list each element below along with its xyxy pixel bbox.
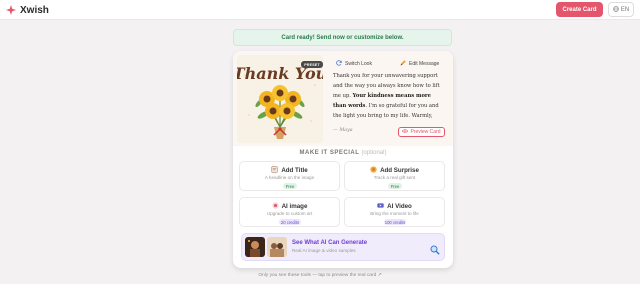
- ai-samples-button[interactable]: See What AI Can Generate Real AI image &…: [241, 233, 445, 261]
- free-badge: Free: [388, 183, 402, 189]
- preview-card-label: Preview Card: [410, 129, 441, 135]
- ai-video-tile[interactable]: AI Video Bring the moment to life 100 cr…: [344, 197, 445, 227]
- ai-image-tile[interactable]: AI image Upgrade to custom art 20 credit…: [239, 197, 340, 227]
- ai-samples-title: See What AI Can Generate: [292, 240, 368, 246]
- status-banner: Card ready! Send now or customize below.: [233, 29, 452, 46]
- sample-thumbnail: [267, 237, 287, 257]
- credits-badge: 20 credits: [279, 219, 301, 225]
- credits-badge: 100 credits: [384, 219, 406, 225]
- tile-title: AI image: [240, 202, 339, 211]
- tile-title-text: Add Title: [281, 167, 308, 174]
- create-card-button[interactable]: Create Card: [556, 2, 603, 17]
- language-label: EN: [620, 6, 630, 13]
- edit-message-button[interactable]: Edit Message: [400, 59, 439, 68]
- section-title-text: MAKE IT SPECIAL: [299, 150, 360, 156]
- ai-image-icon: [271, 202, 279, 211]
- card-panel: Thank You PRESET Switch Look Edit Messag…: [233, 51, 453, 268]
- ai-video-icon: [377, 202, 384, 211]
- optional-label: (optional): [361, 150, 387, 156]
- tile-subtitle: Track a real gift sent: [373, 175, 416, 180]
- switch-look-label: Switch Look: [345, 60, 372, 67]
- card-message: Thank you for your unwavering support an…: [333, 71, 446, 121]
- card-art-image[interactable]: Thank You PRESET: [237, 55, 323, 143]
- free-badge: Free: [283, 183, 297, 189]
- gift-icon: [370, 166, 377, 175]
- preview-card-button[interactable]: Preview Card: [398, 127, 445, 137]
- add-surprise-tile[interactable]: Add Surprise Track a real gift sent Free: [344, 161, 445, 191]
- app-name: Xwish: [20, 4, 49, 16]
- tile-title-text: Add Surprise: [380, 167, 419, 174]
- top-bar: Xwish Create Card EN: [0, 0, 640, 20]
- preset-badge: PRESET: [301, 61, 323, 68]
- card-signature: — Maya: [333, 128, 353, 133]
- tile-title: AI Video: [345, 202, 444, 211]
- footer-hint[interactable]: Only you see these tools — tap to previe…: [0, 273, 640, 278]
- globe-icon: [613, 5, 619, 14]
- magnifier-icon: [430, 242, 440, 255]
- eye-icon: [402, 129, 409, 135]
- title-icon: [271, 166, 278, 175]
- tile-title-text: AI image: [281, 203, 308, 210]
- add-title-tile[interactable]: Add Title A headline on the image Free: [239, 161, 340, 191]
- edit-message-label: Edit Message: [409, 60, 440, 67]
- tile-subtitle: Bring the moment to life: [370, 211, 419, 216]
- section-title: MAKE IT SPECIAL (optional): [233, 150, 453, 156]
- tile-subtitle: A headline on the image: [264, 175, 315, 180]
- refresh-icon: [336, 59, 342, 68]
- ai-samples-subtitle: Real AI image & video samples: [292, 248, 356, 253]
- language-selector[interactable]: EN: [608, 2, 634, 17]
- tile-title: Add Surprise: [345, 166, 444, 175]
- switch-look-button[interactable]: Switch Look: [336, 59, 372, 68]
- tile-title: Add Title: [240, 166, 339, 175]
- card-preview: Thank You PRESET Switch Look Edit Messag…: [233, 51, 453, 146]
- pencil-icon: [400, 59, 406, 68]
- sample-thumbnail: [245, 237, 265, 257]
- tile-title-text: AI Video: [387, 203, 412, 210]
- sparkle-icon: [5, 4, 17, 16]
- logo[interactable]: Xwish: [5, 3, 49, 17]
- tile-subtitle: Upgrade to custom art: [266, 211, 313, 216]
